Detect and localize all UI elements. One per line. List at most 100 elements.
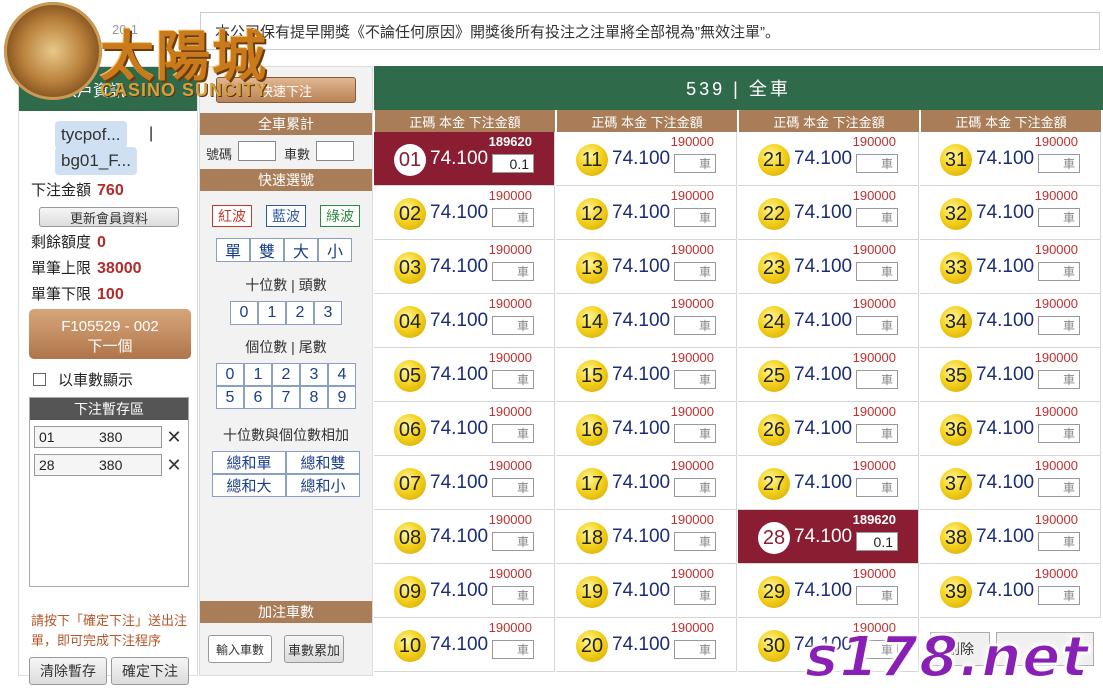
number-cell-24[interactable]: 24 74.100 190000 車 bbox=[738, 294, 919, 348]
bet-amount-input[interactable]: 車 bbox=[492, 532, 534, 551]
by-count-checkbox[interactable] bbox=[33, 373, 46, 386]
next-ticket-button[interactable]: F105529 - 002 下一個 bbox=[29, 309, 191, 359]
bet-amount-input[interactable]: 車 bbox=[1038, 424, 1080, 443]
number-cell-07[interactable]: 07 74.100 190000 車 bbox=[374, 456, 555, 510]
bet-amount-input[interactable]: 車 bbox=[1038, 316, 1080, 335]
number-ball[interactable]: 04 bbox=[394, 306, 426, 338]
number-cell-15[interactable]: 15 74.100 190000 車 bbox=[556, 348, 737, 402]
number-cell-20[interactable]: 20 74.100 190000 車 bbox=[556, 618, 737, 672]
bet-amount-input[interactable]: 車 bbox=[492, 640, 534, 659]
bet-amount-input[interactable]: 0.1 bbox=[856, 532, 898, 551]
bet-amount-input[interactable]: 車 bbox=[856, 370, 898, 389]
number-cell-02[interactable]: 02 74.100 190000 車 bbox=[374, 186, 555, 240]
number-cell-25[interactable]: 25 74.100 190000 車 bbox=[738, 348, 919, 402]
bet-amount-input[interactable]: 車 bbox=[856, 262, 898, 281]
bet-amount-input[interactable]: 車 bbox=[674, 316, 716, 335]
bet-amount-input[interactable]: 車 bbox=[856, 316, 898, 335]
number-cell-35[interactable]: 35 74.100 190000 車 bbox=[920, 348, 1101, 402]
number-ball[interactable]: 12 bbox=[576, 198, 608, 230]
number-cell-34[interactable]: 34 74.100 190000 車 bbox=[920, 294, 1101, 348]
number-cell-14[interactable]: 14 74.100 190000 車 bbox=[556, 294, 737, 348]
number-ball[interactable]: 31 bbox=[940, 144, 972, 176]
units-2-button[interactable]: 2 bbox=[272, 363, 300, 386]
count-input[interactable] bbox=[316, 141, 354, 161]
number-ball[interactable]: 27 bbox=[758, 468, 790, 500]
by-count-toggle[interactable]: 以車數顯示 bbox=[33, 369, 133, 390]
bet-amount-input[interactable]: 車 bbox=[492, 262, 534, 281]
number-cell-28[interactable]: 28 74.100 189620 0.1 bbox=[738, 510, 919, 564]
number-ball[interactable]: 29 bbox=[758, 576, 790, 608]
tens-3-button[interactable]: 3 bbox=[314, 301, 342, 325]
clear-stash-button[interactable]: 清除暫存 bbox=[29, 657, 107, 685]
bet-amount-input[interactable]: 車 bbox=[1038, 370, 1080, 389]
number-ball[interactable]: 02 bbox=[394, 198, 426, 230]
number-cell-22[interactable]: 22 74.100 190000 車 bbox=[738, 186, 919, 240]
units-1-button[interactable]: 1 bbox=[244, 363, 272, 386]
number-cell-06[interactable]: 06 74.100 190000 車 bbox=[374, 402, 555, 456]
number-ball[interactable]: 19 bbox=[576, 576, 608, 608]
units-3-button[interactable]: 3 bbox=[300, 363, 328, 386]
sum-even-button[interactable]: 總和雙 bbox=[286, 451, 360, 474]
update-member-button[interactable]: 更新會員資料 bbox=[39, 207, 179, 227]
tens-1-button[interactable]: 1 bbox=[258, 301, 286, 325]
number-cell-10[interactable]: 10 74.100 190000 車 bbox=[374, 618, 555, 672]
number-ball[interactable]: 32 bbox=[940, 198, 972, 230]
bet-amount-input[interactable]: 車 bbox=[1038, 532, 1080, 551]
number-ball[interactable]: 24 bbox=[758, 306, 790, 338]
number-ball[interactable]: 37 bbox=[940, 468, 972, 500]
units-9-button[interactable]: 9 bbox=[328, 386, 356, 409]
number-cell-21[interactable]: 21 74.100 190000 車 bbox=[738, 132, 919, 186]
number-ball[interactable]: 18 bbox=[576, 522, 608, 554]
number-cell-33[interactable]: 33 74.100 190000 車 bbox=[920, 240, 1101, 294]
number-cell-04[interactable]: 04 74.100 190000 車 bbox=[374, 294, 555, 348]
number-cell-23[interactable]: 23 74.100 190000 車 bbox=[738, 240, 919, 294]
tens-0-button[interactable]: 0 bbox=[230, 301, 258, 325]
units-6-button[interactable]: 6 bbox=[244, 386, 272, 409]
number-ball[interactable]: 38 bbox=[940, 522, 972, 554]
number-ball[interactable]: 22 bbox=[758, 198, 790, 230]
bet-amount-input[interactable]: 車 bbox=[674, 208, 716, 227]
number-ball[interactable]: 17 bbox=[576, 468, 608, 500]
number-cell-12[interactable]: 12 74.100 190000 車 bbox=[556, 186, 737, 240]
bet-amount-input[interactable]: 車 bbox=[856, 586, 898, 605]
bet-amount-input[interactable]: 車 bbox=[856, 154, 898, 173]
small-button[interactable]: 小 bbox=[318, 238, 352, 262]
bet-amount-input[interactable]: 車 bbox=[492, 586, 534, 605]
remove-stash-icon[interactable]: ✕ bbox=[164, 426, 184, 448]
number-ball[interactable]: 33 bbox=[940, 252, 972, 284]
number-ball[interactable]: 05 bbox=[394, 360, 426, 392]
number-cell-39[interactable]: 39 74.100 190000 車 bbox=[920, 564, 1101, 618]
blue-wave-button[interactable]: 藍波 bbox=[266, 205, 306, 227]
number-cell-16[interactable]: 16 74.100 190000 車 bbox=[556, 402, 737, 456]
number-input[interactable] bbox=[238, 141, 276, 161]
sum-small-button[interactable]: 總和小 bbox=[286, 474, 360, 497]
number-cell-03[interactable]: 03 74.100 190000 車 bbox=[374, 240, 555, 294]
number-cell-27[interactable]: 27 74.100 190000 車 bbox=[738, 456, 919, 510]
number-ball[interactable]: 14 bbox=[576, 306, 608, 338]
bet-amount-input[interactable]: 0.1 bbox=[492, 154, 534, 173]
input-count-field[interactable]: 輸入車數 bbox=[208, 635, 272, 663]
bet-amount-input[interactable]: 車 bbox=[674, 532, 716, 551]
number-ball[interactable]: 30 bbox=[758, 630, 790, 662]
number-ball[interactable]: 35 bbox=[940, 360, 972, 392]
bet-amount-input[interactable]: 車 bbox=[492, 370, 534, 389]
number-ball[interactable]: 28 bbox=[758, 522, 790, 554]
number-ball[interactable]: 06 bbox=[394, 414, 426, 446]
number-cell-08[interactable]: 08 74.100 190000 車 bbox=[374, 510, 555, 564]
bet-amount-input[interactable]: 車 bbox=[674, 478, 716, 497]
bet-amount-input[interactable]: 車 bbox=[492, 424, 534, 443]
bet-amount-input[interactable]: 車 bbox=[674, 154, 716, 173]
number-cell-01[interactable]: 01 74.100 189620 0.1 bbox=[374, 132, 555, 186]
number-cell-11[interactable]: 11 74.100 190000 車 bbox=[556, 132, 737, 186]
number-ball[interactable]: 07 bbox=[394, 468, 426, 500]
sum-big-button[interactable]: 總和大 bbox=[212, 474, 286, 497]
bet-amount-input[interactable]: 車 bbox=[674, 262, 716, 281]
number-ball[interactable]: 36 bbox=[940, 414, 972, 446]
number-ball[interactable]: 03 bbox=[394, 252, 426, 284]
number-ball[interactable]: 21 bbox=[758, 144, 790, 176]
number-ball[interactable]: 11 bbox=[576, 144, 608, 176]
number-ball[interactable]: 08 bbox=[394, 522, 426, 554]
tens-2-button[interactable]: 2 bbox=[286, 301, 314, 325]
bet-amount-input[interactable]: 車 bbox=[674, 424, 716, 443]
units-8-button[interactable]: 8 bbox=[300, 386, 328, 409]
